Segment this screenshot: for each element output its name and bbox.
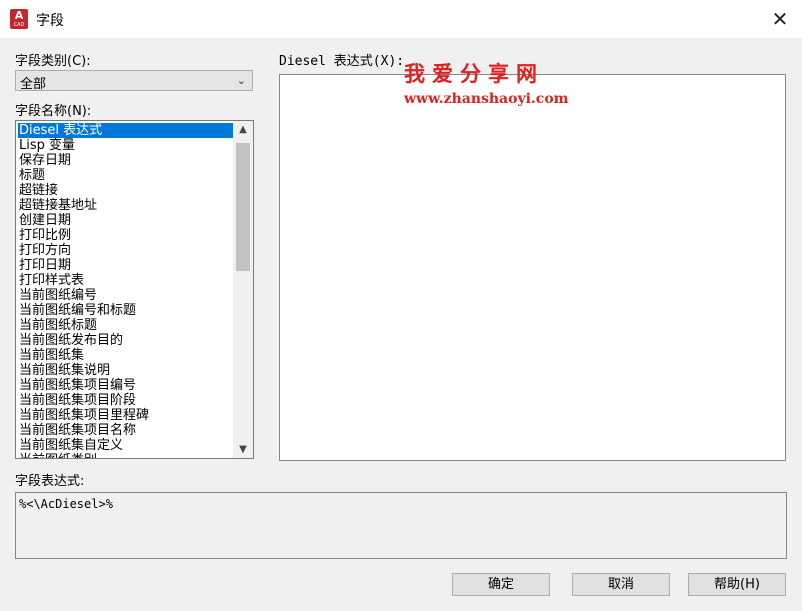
help-button[interactable]: 帮助(H)	[688, 573, 786, 596]
list-item[interactable]: Diesel 表达式	[18, 123, 234, 138]
field-expression-box: %<\AcDiesel>%	[15, 492, 787, 559]
list-item[interactable]: 当前图纸集项目里程碑	[18, 408, 234, 423]
field-category-label: 字段类别(C):	[15, 54, 91, 69]
field-category-dropdown[interactable]: 全部 ⌄	[15, 70, 253, 92]
list-item[interactable]: 打印样式表	[18, 273, 234, 288]
list-item[interactable]: 当前图纸编号	[18, 288, 234, 303]
app-icon-sub: CAD	[13, 22, 25, 28]
list-item[interactable]: 打印比例	[18, 228, 234, 243]
list-item[interactable]: 当前图纸集项目编号	[18, 378, 234, 393]
field-names-items: Diesel 表达式 Lisp 变量 保存日期 标题 超链接 超链接基地址 创建日期 打印比例…	[18, 123, 234, 458]
field-names-list[interactable]: Diesel 表达式 Lisp 变量 保存日期 标题 超链接 超链接基地址 创建日期 打印比例…	[15, 120, 254, 459]
cancel-button[interactable]: 取消	[572, 573, 670, 596]
list-item[interactable]: 当前图纸编号和标题	[18, 303, 234, 318]
diesel-expression-label: Diesel 表达式(X):	[279, 54, 405, 69]
list-item[interactable]: 打印日期	[18, 258, 234, 273]
list-item[interactable]: 打印方向	[18, 243, 234, 258]
close-icon[interactable]: ✕	[764, 4, 796, 34]
field-expression-label: 字段表达式:	[15, 474, 85, 489]
window-title: 字段	[36, 13, 64, 29]
list-item[interactable]: 当前图纸集项目名称	[18, 423, 234, 438]
field-expression-value: %<\AcDiesel>%	[19, 497, 113, 511]
list-item[interactable]: 当前图纸集自定义	[18, 438, 234, 453]
list-item[interactable]: 标题	[18, 168, 234, 183]
list-item[interactable]: 当前图纸集项目阶段	[18, 393, 234, 408]
diesel-expression-input[interactable]	[279, 74, 786, 461]
app-icon-letter: A	[14, 9, 24, 22]
list-item[interactable]: 当前图纸标题	[18, 318, 234, 333]
list-item[interactable]: Lisp 变量	[18, 138, 234, 153]
list-item[interactable]: 超链接基地址	[18, 198, 234, 213]
ok-button[interactable]: 确定	[452, 573, 550, 596]
list-item[interactable]: 保存日期	[18, 153, 234, 168]
scroll-up-icon[interactable]: ▲	[233, 121, 253, 138]
watermark-title: 我爱分享网	[404, 61, 544, 86]
list-item[interactable]: 超链接	[18, 183, 234, 198]
scroll-down-icon[interactable]: ▼	[233, 441, 253, 458]
scroll-thumb[interactable]	[236, 143, 250, 271]
list-item[interactable]: 创建日期	[18, 213, 234, 228]
title-bar: A CAD 字段 ✕	[0, 0, 802, 38]
autocad-app-icon: A CAD	[10, 9, 28, 29]
field-category-value: 全部	[20, 77, 47, 92]
chevron-down-icon: ⌄	[236, 74, 246, 87]
list-item[interactable]: 当前图纸发布目的	[18, 333, 234, 348]
list-item[interactable]: 当前图纸类别	[18, 453, 234, 458]
watermark-url: www.zhanshaoyi.com	[404, 91, 569, 107]
list-item[interactable]: 当前图纸集	[18, 348, 234, 363]
list-item[interactable]: 当前图纸集说明	[18, 363, 234, 378]
list-scrollbar[interactable]: ▲ ▼	[233, 121, 253, 458]
field-names-label: 字段名称(N):	[15, 104, 92, 119]
